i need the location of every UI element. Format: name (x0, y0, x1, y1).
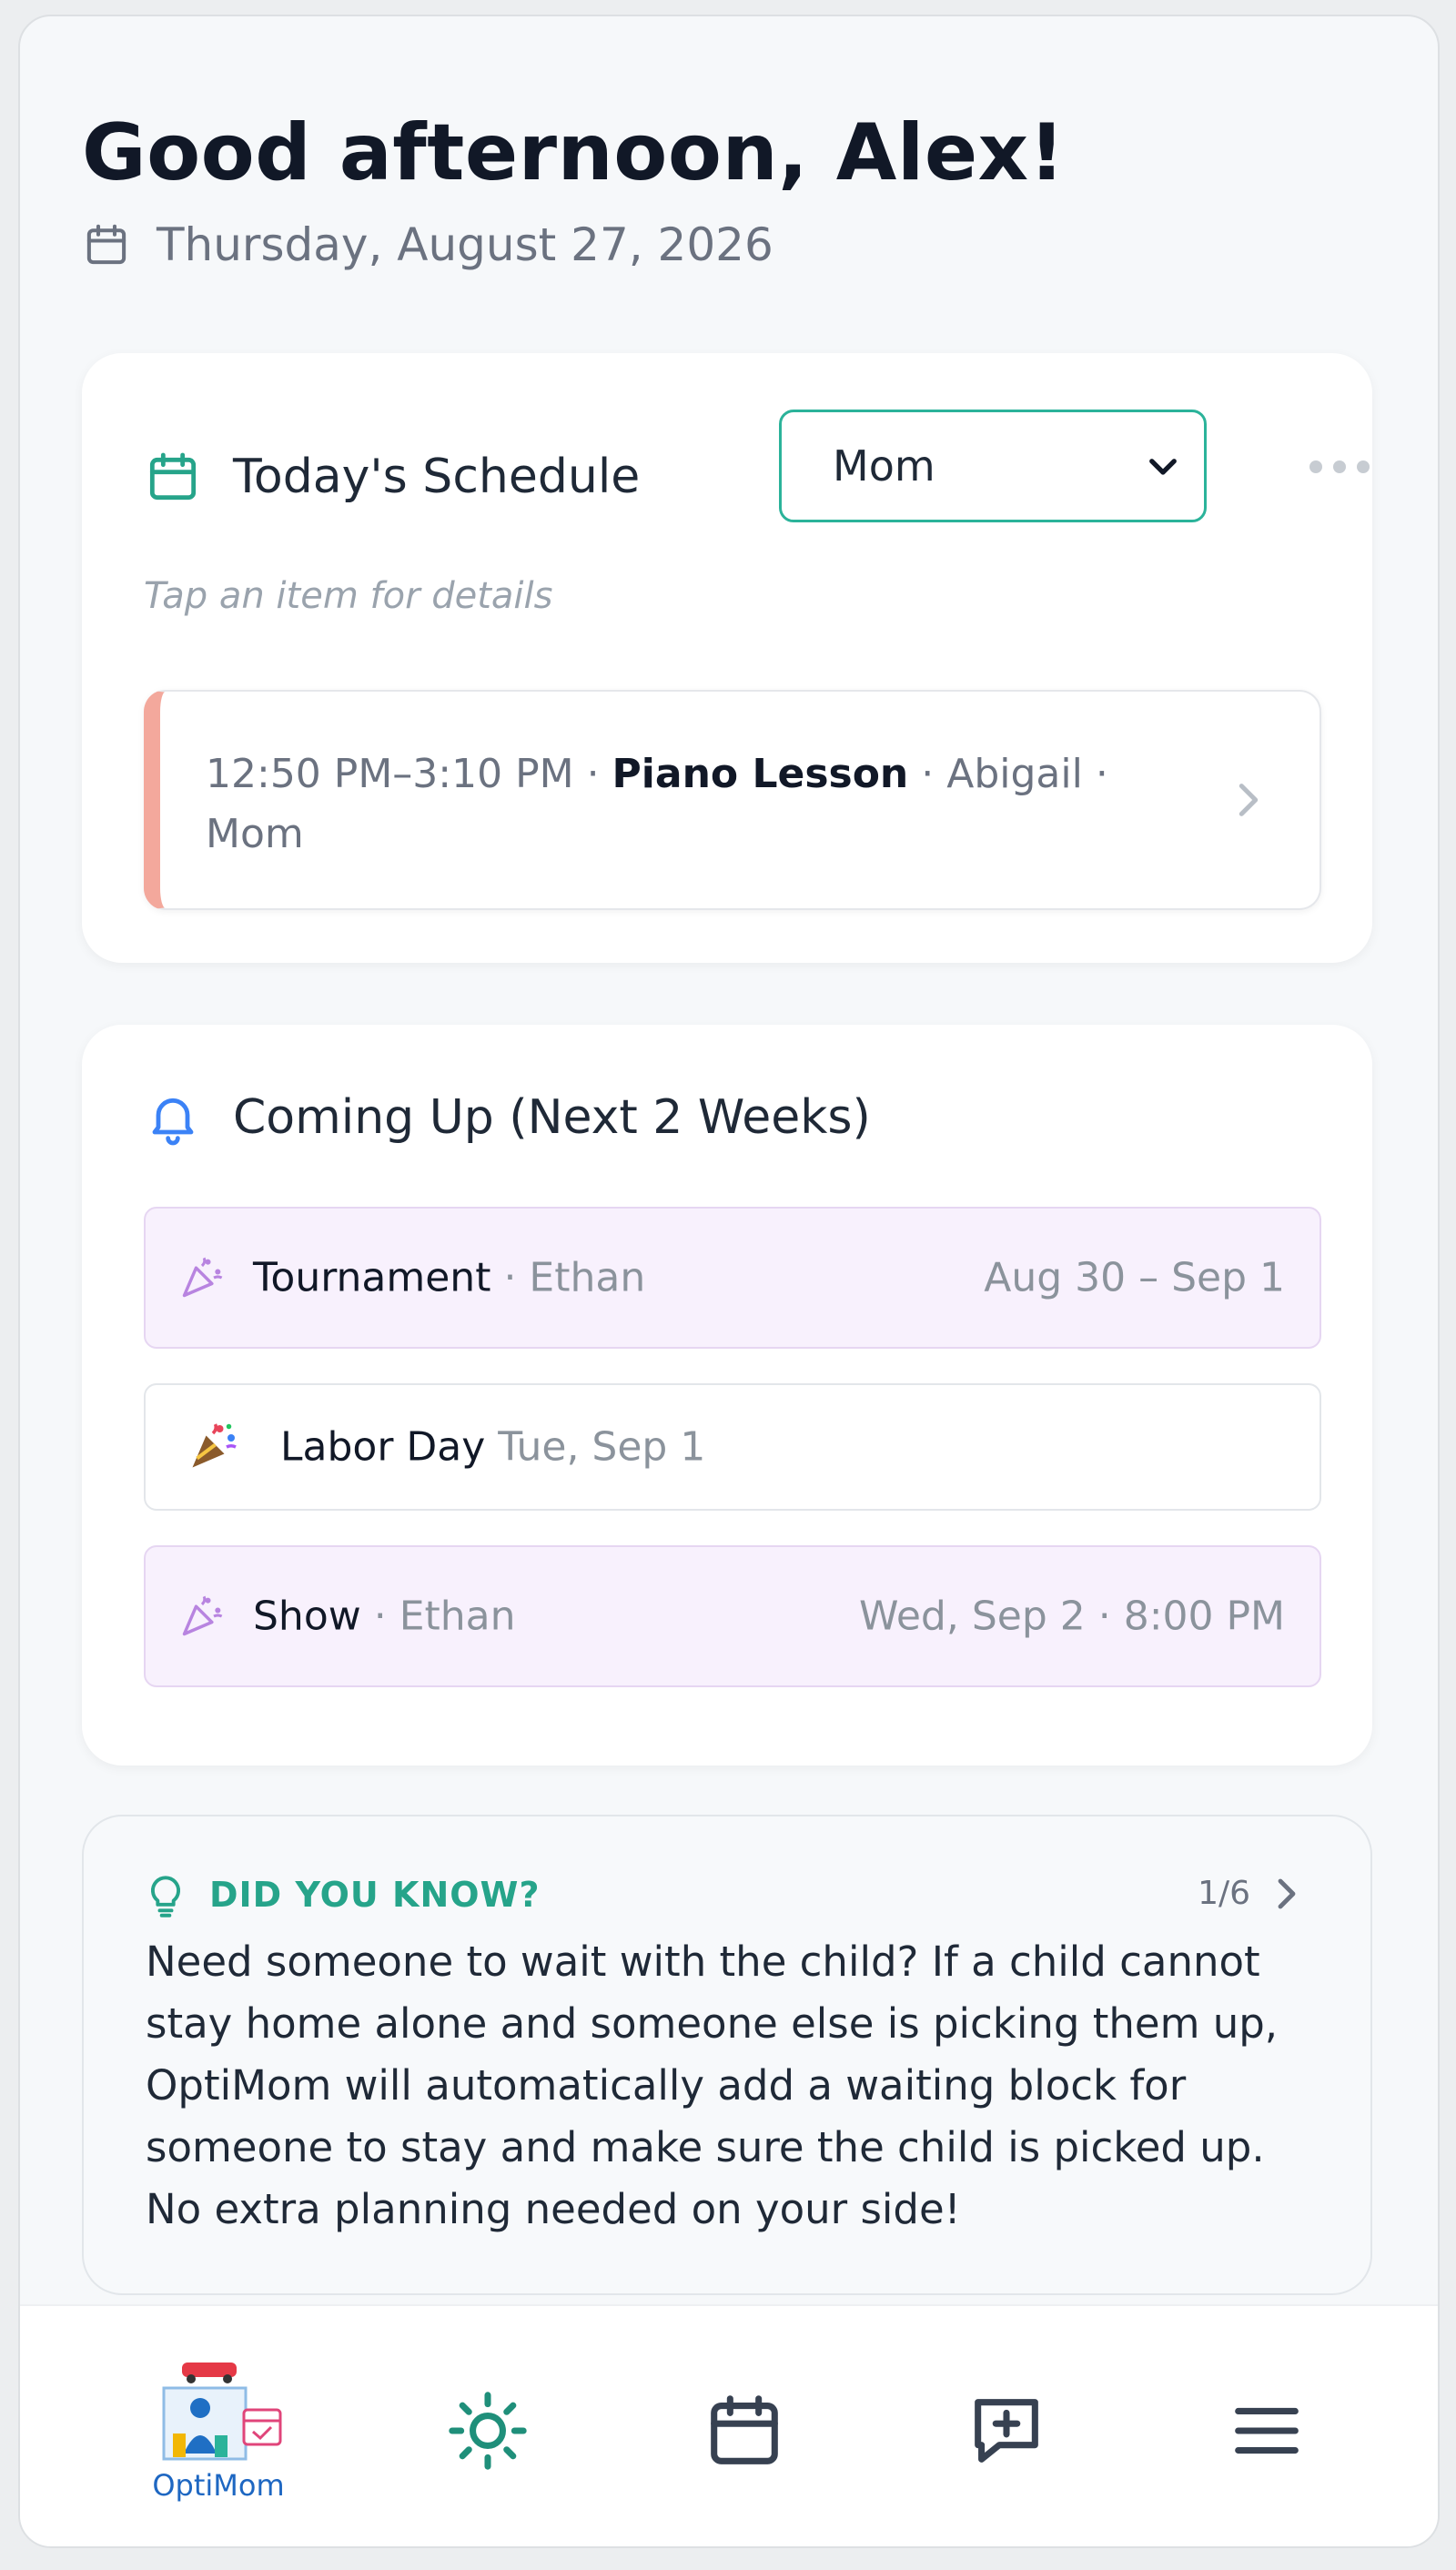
tip-counter: 1/6 (1198, 1875, 1250, 1912)
nav-menu-button[interactable] (1194, 2363, 1340, 2499)
upcoming-item-label: Tournament · Ethan (253, 1254, 646, 1301)
message-add-icon (975, 2399, 1038, 2463)
coming-up-title: Coming Up (Next 2 Weeks) (233, 1090, 871, 1145)
upcoming-date: Aug 30 – Sep 1 (984, 1254, 1285, 1301)
schedule-event-item[interactable]: 12:50 PM–3:10 PM · Piano Lesson · Abigai… (144, 690, 1321, 910)
lightbulb-icon (150, 1876, 181, 1917)
greeting-title: Good afternoon, Alex! (82, 107, 1066, 198)
schedule-header: Today's Schedule (144, 448, 640, 506)
schedule-title: Today's Schedule (233, 450, 641, 504)
more-options-icon[interactable] (1307, 457, 1372, 477)
event-child: Abigail (946, 751, 1083, 797)
event-person: Mom (206, 811, 304, 857)
calendar-icon (149, 452, 197, 501)
upcoming-name: Labor Day (280, 1423, 486, 1471)
event-time: 12:50 PM–3:10 PM (206, 751, 574, 797)
upcoming-person: Ethan (529, 1254, 646, 1301)
todays-schedule-card: Today's Schedule Mom Tap an item for det… (82, 353, 1372, 963)
calendar-icon (86, 224, 126, 265)
upcoming-name: Show (253, 1593, 361, 1640)
bell-icon (152, 1098, 194, 1146)
nav-calendar-button[interactable] (672, 2363, 817, 2499)
tip-header: DID YOU KNOW? (146, 1871, 541, 1918)
optimom-logo[interactable]: OptiMom (136, 2352, 300, 2506)
schedule-hint: Tap an item for details (144, 575, 553, 617)
optimom-logo-icon (162, 2363, 282, 2461)
bottom-navigation: OptiMom (20, 2304, 1438, 2546)
upcoming-name: Tournament (253, 1254, 491, 1301)
party-popper-icon (182, 1595, 223, 1636)
tip-label: DID YOU KNOW? (209, 1875, 541, 1915)
coming-up-header: Coming Up (Next 2 Weeks) (144, 1088, 871, 1147)
date-row: Thursday, August 27, 2026 (82, 218, 774, 271)
member-select-value: Mom (833, 441, 935, 491)
tip-text: Need someone to wait with the child? If … (146, 1938, 1279, 2233)
tip-next-button[interactable]: 1/6 (1198, 1875, 1299, 1912)
sun-icon (449, 2392, 527, 2470)
upcoming-item-label: Labor Day Tue, Sep 1 (280, 1424, 705, 1471)
event-details: 12:50 PM–3:10 PM · Piano Lesson · Abigai… (206, 751, 1108, 857)
logo-text: OptiMom (152, 2468, 285, 2503)
member-select[interactable]: Mom (779, 410, 1207, 522)
chevron-down-icon (1149, 459, 1177, 475)
upcoming-date: Wed, Sep 2 · 8:00 PM (858, 1593, 1285, 1640)
chevron-right-icon (1239, 784, 1259, 816)
party-popper-icon (192, 1423, 237, 1468)
nav-add-message-button[interactable] (934, 2363, 1079, 2499)
event-title: Piano Lesson (612, 751, 909, 797)
coming-up-card: Coming Up (Next 2 Weeks) Tournament · Et… (82, 1025, 1372, 1766)
upcoming-person: Ethan (399, 1593, 516, 1640)
upcoming-item[interactable]: Labor Day Tue, Sep 1 (144, 1383, 1321, 1511)
upcoming-item[interactable]: Tournament · Ethan Aug 30 – Sep 1 (144, 1207, 1321, 1349)
party-popper-icon (182, 1257, 223, 1298)
app-screen: Good afternoon, Alex! Thursday, August 2… (18, 15, 1440, 2548)
did-you-know-card: DID YOU KNOW? 1/6 Need someone to wait w… (82, 1815, 1372, 2295)
menu-icon (1235, 2407, 1299, 2454)
upcoming-date-inline: Tue, Sep 1 (498, 1423, 706, 1471)
upcoming-item[interactable]: Show · Ethan Wed, Sep 2 · 8:00 PM (144, 1545, 1321, 1687)
upcoming-item-label: Show · Ethan (253, 1593, 516, 1640)
calendar-icon (711, 2395, 778, 2464)
current-date: Thursday, August 27, 2026 (157, 218, 774, 271)
chevron-right-icon (1278, 1878, 1296, 1908)
nav-today-button[interactable] (415, 2363, 561, 2499)
